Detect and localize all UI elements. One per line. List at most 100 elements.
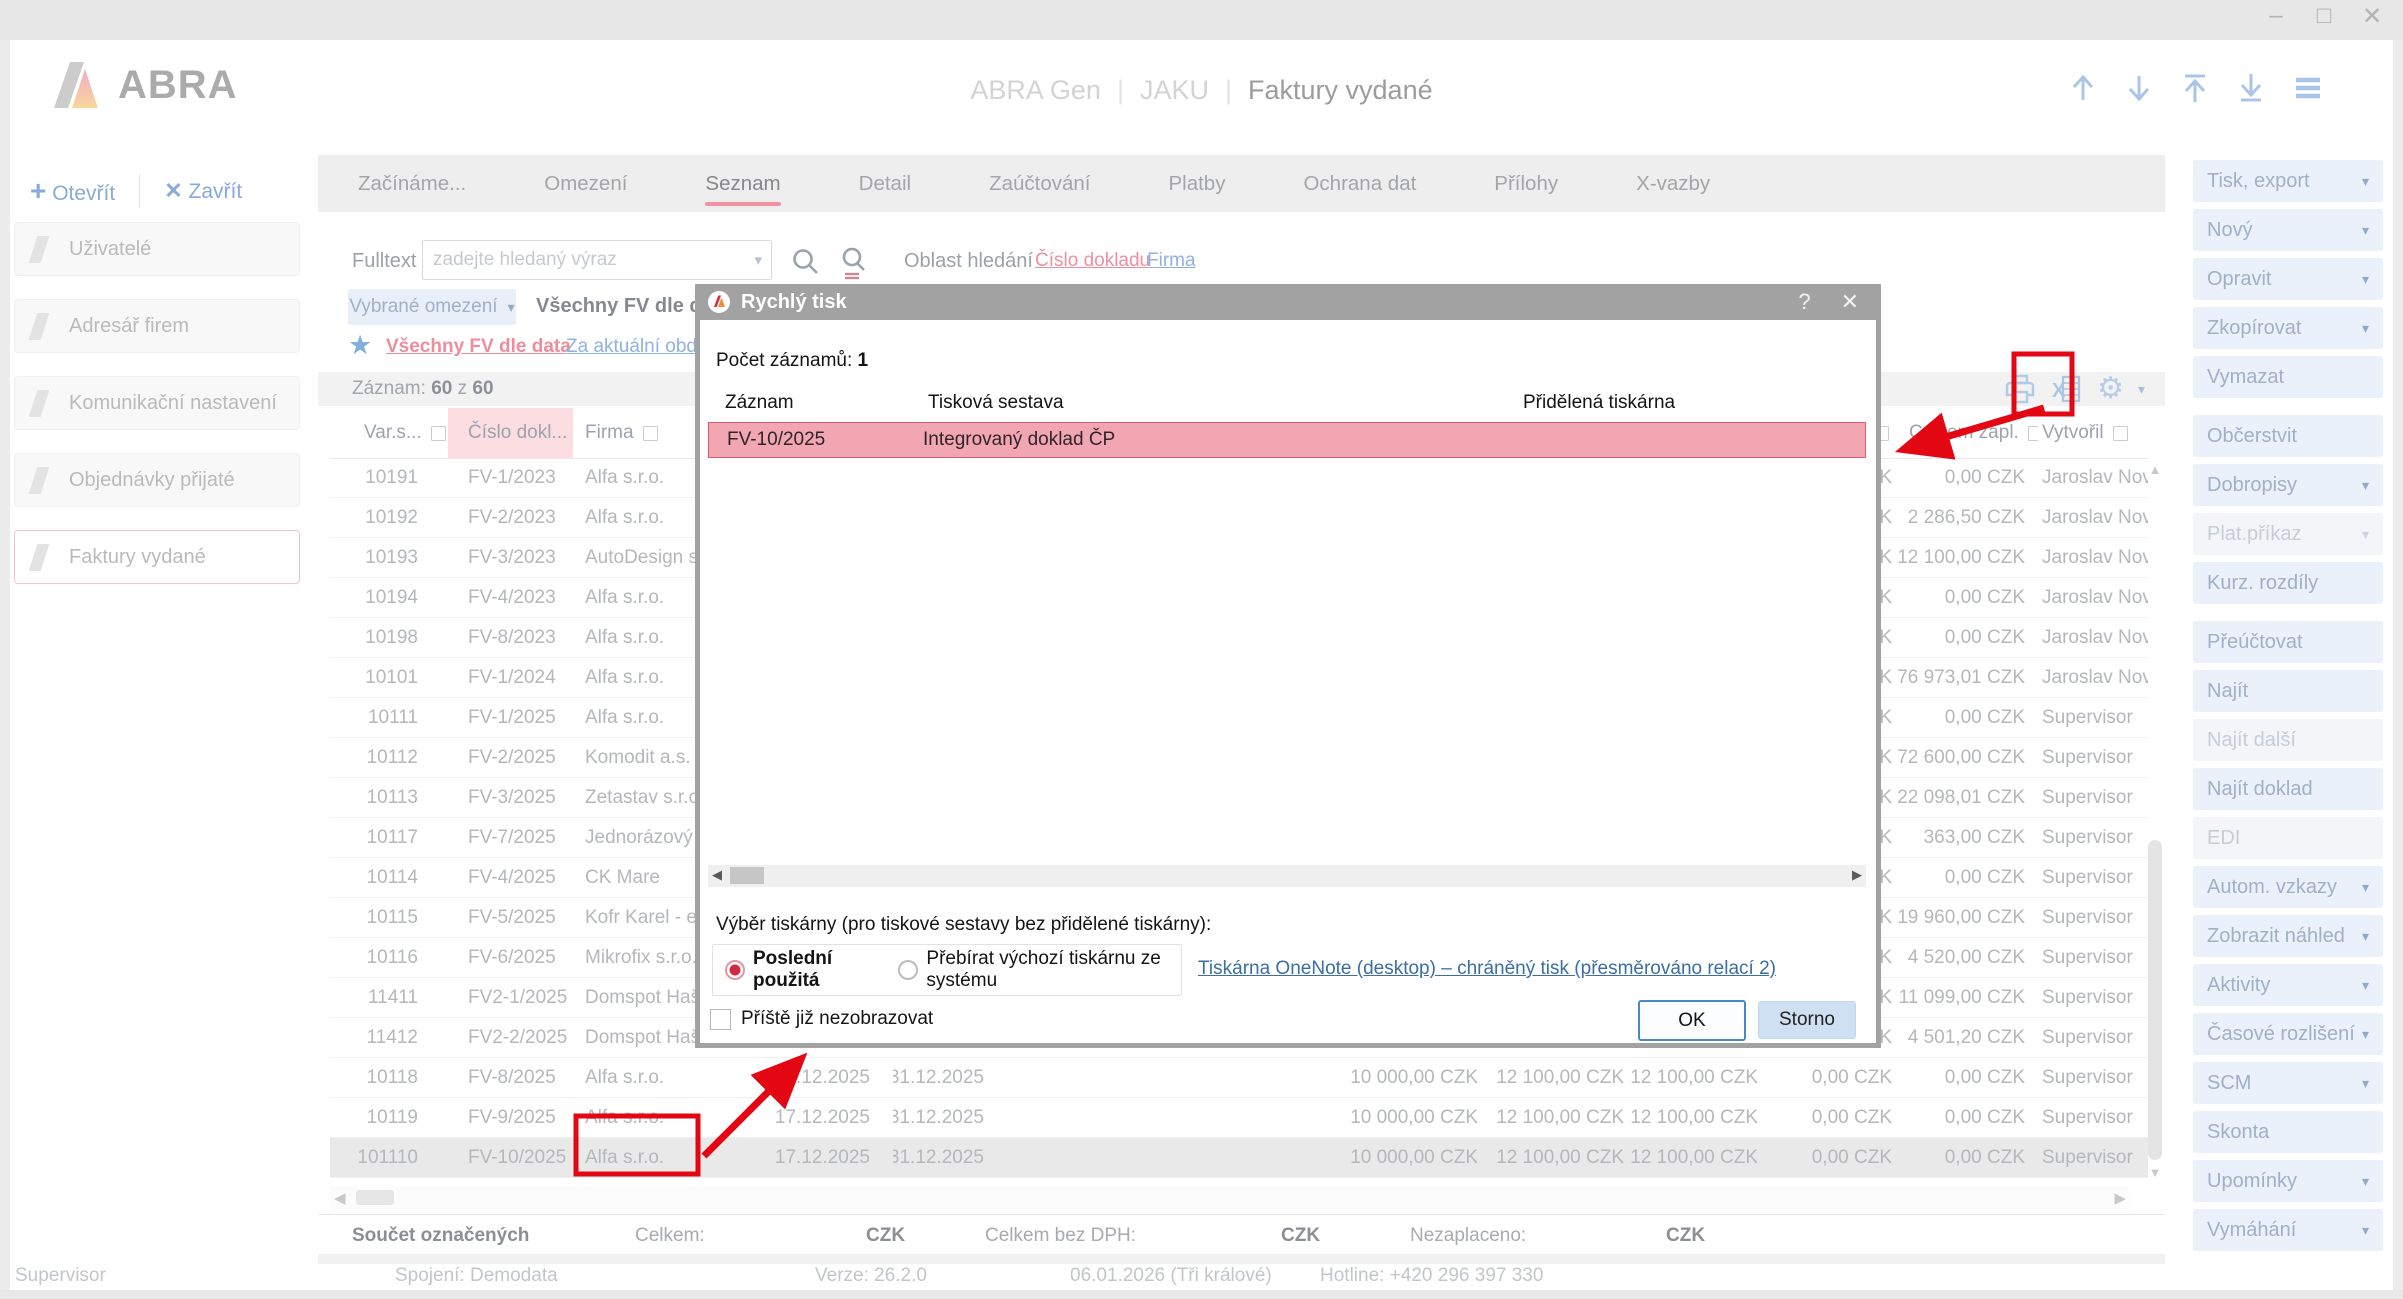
action-button[interactable]: Najít ▾	[2193, 670, 2383, 712]
fulltext-combobox[interactable]: ▾	[422, 240, 772, 280]
dialog-titlebar[interactable]: Rychlý tisk ? ✕	[695, 284, 1881, 320]
sidebar-item-label: Adresář firem	[69, 315, 189, 338]
action-button[interactable]: Aktivity ▾	[2193, 964, 2383, 1006]
ok-button[interactable]: OK	[1638, 1000, 1746, 1041]
tab[interactable]: Začínáme...	[358, 155, 466, 212]
table-row[interactable]: 101110 FV-10/2025 Alfa s.r.o. 17.12.2025…	[330, 1138, 2148, 1178]
radio-last-used[interactable]: Poslední použitá	[725, 948, 874, 992]
tab[interactable]: Zaúčtování	[989, 155, 1090, 212]
column-header-total-paid[interactable]: Celkem zapl.	[1895, 408, 2038, 458]
sidebar-item[interactable]: Uživatelé	[14, 222, 300, 276]
sidebar-item[interactable]: Objednávky přijaté	[14, 453, 300, 507]
scroll-left-icon[interactable]: ◀	[334, 1189, 346, 1207]
restriction-selector[interactable]: Vybrané omezení ▾	[348, 289, 516, 325]
sidebar-item[interactable]: Faktury vydané	[14, 530, 300, 584]
table-row[interactable]: 10118 FV-8/2025 Alfa s.r.o. 17.12.2025 3…	[330, 1058, 2148, 1098]
cell-amount: 12 100,00 CZK	[1627, 1098, 1761, 1137]
action-button[interactable]: Dobropisy ▾	[2193, 464, 2383, 506]
action-button[interactable]: Časové rozlišení ▾	[2193, 1013, 2383, 1055]
action-button[interactable]: Upomínky ▾	[2193, 1160, 2383, 1202]
cell-total-paid: 4 501,20 CZK	[1895, 1018, 2038, 1057]
period-restriction-link[interactable]: Za aktuální obdo	[566, 336, 708, 358]
excel-export-icon[interactable]: X	[2051, 373, 2083, 405]
tab[interactable]: Ochrana dat	[1303, 155, 1416, 212]
arrow-up-icon[interactable]	[2068, 72, 2098, 104]
checkbox-icon[interactable]	[2113, 426, 2128, 441]
action-button[interactable]: Vymáhání ▾	[2193, 1209, 2383, 1251]
checkbox-icon[interactable]	[710, 1009, 731, 1030]
search-marked-icon[interactable]	[838, 246, 870, 280]
gear-icon[interactable]: ⚙	[2097, 374, 2124, 404]
action-button[interactable]: Autom. vzkazy ▾	[2193, 866, 2383, 908]
horizontal-scrollbar[interactable]: ◀ ▶	[330, 1186, 2130, 1210]
dialog-horizontal-scrollbar[interactable]: ◀ ▶	[708, 865, 1866, 887]
chevron-down-icon[interactable]: ▾	[754, 251, 771, 269]
open-button[interactable]: + Otevřít	[30, 175, 115, 207]
radio-system-default[interactable]: Přebírat výchozí tiskárnu ze systému	[898, 948, 1181, 992]
print-icon[interactable]	[2003, 373, 2037, 405]
scroll-up-icon[interactable]: ▲	[2146, 462, 2164, 477]
sidebar-item[interactable]: Adresář firem	[14, 299, 300, 353]
printer-link[interactable]: Tiskárna OneNote (desktop) – chráněný ti…	[1198, 958, 1776, 980]
action-button[interactable]: Zkopírovat ▾	[2193, 307, 2383, 349]
arrow-down-icon[interactable]	[2124, 72, 2154, 104]
search-area-firm-link[interactable]: Firma	[1147, 250, 1196, 272]
status-hotline: Hotline: +420 296 397 330	[1320, 1265, 1543, 1287]
action-button[interactable]: Najít doklad ▾	[2193, 768, 2383, 810]
menu-icon[interactable]	[2292, 72, 2324, 104]
table-row[interactable]: 10119 FV-9/2025 Alfa s.r.o. 17.12.2025 3…	[330, 1098, 2148, 1138]
minimize-icon[interactable]: –	[2263, 2, 2289, 31]
scroll-down-icon[interactable]: ▼	[2146, 1165, 2164, 1180]
maximize-icon[interactable]: □	[2311, 2, 2337, 31]
scrollbar-thumb[interactable]	[2148, 840, 2162, 1160]
cancel-button[interactable]: Storno	[1758, 1001, 1856, 1039]
print-grid-row[interactable]: FV-10/2025 Integrovaný doklad ČP	[708, 422, 1866, 458]
checkbox-icon[interactable]	[431, 426, 446, 441]
sidebar-item[interactable]: Komunikační nastavení	[14, 376, 300, 430]
help-icon[interactable]: ?	[1788, 289, 1820, 315]
scroll-right-icon[interactable]: ▶	[1852, 867, 1862, 883]
action-button[interactable]: Opravit ▾	[2193, 258, 2383, 300]
close-icon[interactable]: ✕	[2359, 2, 2385, 31]
action-button[interactable]: Vymazat ▾	[2193, 356, 2383, 398]
dialog-close-icon[interactable]: ✕	[1831, 289, 1869, 315]
action-button[interactable]: Tisk, export ▾	[2193, 160, 2383, 202]
scroll-right-icon[interactable]: ▶	[2114, 1189, 2126, 1207]
column-header-document-number[interactable]: Číslo dokl...▲	[448, 408, 573, 458]
action-button[interactable]: Plat.příkaz ▾	[2193, 513, 2383, 555]
action-button[interactable]: Přeúčtovat ▾	[2193, 621, 2383, 663]
action-button[interactable]: Najít další ▾	[2193, 719, 2383, 761]
tab[interactable]: Omezení	[544, 155, 627, 212]
search-input[interactable]	[423, 248, 754, 272]
favorite-star-icon[interactable]: ★	[348, 330, 372, 361]
search-area-doc-link[interactable]: Číslo dokladu	[1035, 250, 1150, 272]
tab[interactable]: Seznam	[705, 155, 780, 212]
action-button[interactable]: Skonta ▾	[2193, 1111, 2383, 1153]
checkbox-icon[interactable]	[643, 426, 658, 441]
checkbox-icon[interactable]	[2028, 426, 2038, 441]
scrollbar-thumb[interactable]	[356, 1190, 394, 1205]
dont-show-checkbox[interactable]: Příště již nezobrazovat	[710, 1008, 933, 1030]
action-button[interactable]: EDI ▾	[2193, 817, 2383, 859]
row-gutter	[330, 578, 358, 617]
tab[interactable]: Platby	[1168, 155, 1225, 212]
favorite-restriction-link[interactable]: Všechny FV dle data	[386, 336, 571, 358]
action-button[interactable]: Kurz. rozdíly ▾	[2193, 562, 2383, 604]
search-icon[interactable]	[790, 246, 822, 280]
scrollbar-thumb[interactable]	[730, 867, 764, 884]
column-header-var-symbol[interactable]: Var.s...	[358, 408, 448, 458]
arrow-top-icon[interactable]	[2180, 72, 2210, 104]
tab[interactable]: X-vazby	[1636, 155, 1710, 212]
action-button[interactable]: SCM ▾	[2193, 1062, 2383, 1104]
action-button[interactable]: Občerstvit ▾	[2193, 415, 2383, 457]
action-button[interactable]: Nový ▾	[2193, 209, 2383, 251]
close-agenda-button[interactable]: ✕ Zavřít	[164, 178, 242, 204]
vertical-scrollbar[interactable]: ▲ ▼	[2146, 462, 2164, 1180]
action-button[interactable]: Zobrazit náhled ▾	[2193, 915, 2383, 957]
scroll-left-icon[interactable]: ◀	[712, 867, 722, 883]
chevron-down-icon[interactable]: ▾	[2138, 381, 2145, 398]
arrow-bottom-icon[interactable]	[2236, 72, 2266, 104]
column-header-created-by[interactable]: Vytvořil	[2038, 408, 2148, 458]
tab[interactable]: Detail	[859, 155, 911, 212]
tab[interactable]: Přílohy	[1494, 155, 1558, 212]
